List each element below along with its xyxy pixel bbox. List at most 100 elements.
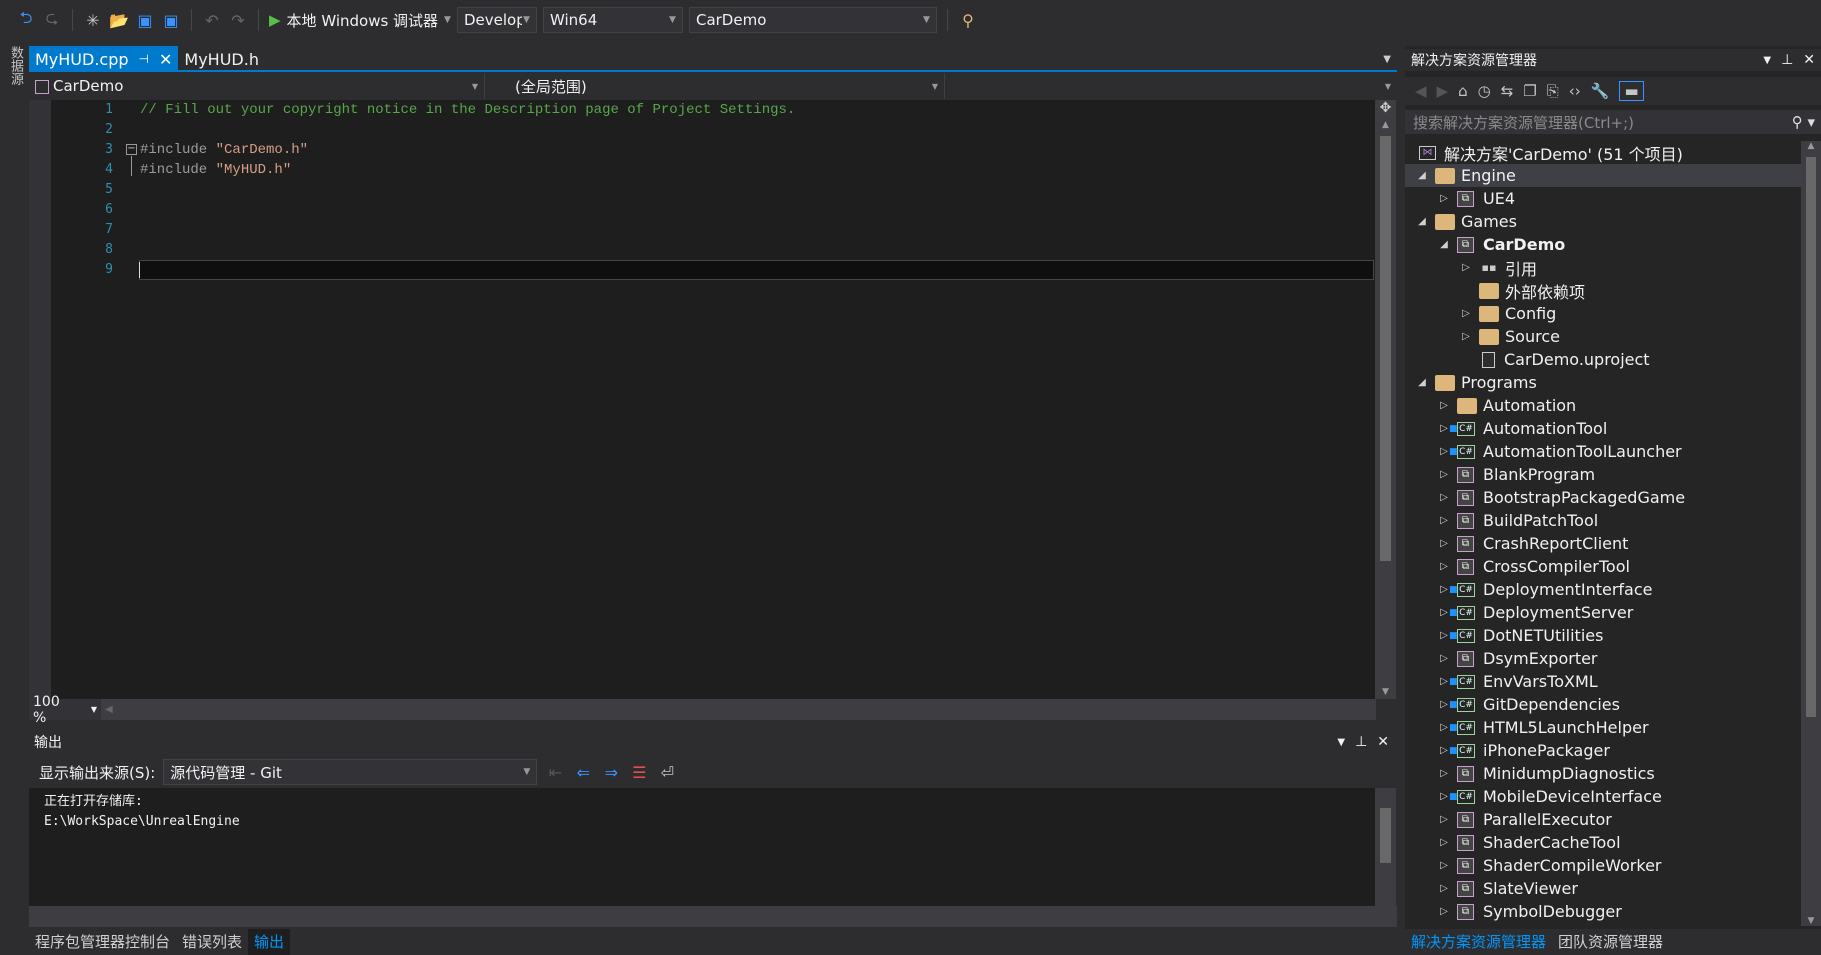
- new-project-icon[interactable]: ✳: [83, 11, 103, 30]
- home-icon[interactable]: ⌂: [1458, 82, 1468, 100]
- scroll-down-icon[interactable]: ▼: [1801, 916, 1821, 926]
- editor-vertical-scrollbar[interactable]: ✥ ▲ ▼: [1375, 100, 1396, 699]
- collapsed-arrow-icon[interactable]: ▷: [1457, 308, 1475, 319]
- tree-item[interactable]: ▷ ⧉ CrossCompilerTool: [1405, 555, 1801, 578]
- previous-message-icon[interactable]: ⇐: [573, 763, 593, 782]
- go-to-line-icon[interactable]: ⇤: [545, 763, 565, 782]
- startup-project-dropdown[interactable]: CarDemo ▼: [688, 7, 937, 33]
- tree-item[interactable]: ▷ ⧉ CrashReportClient: [1405, 532, 1801, 555]
- tree-item[interactable]: ▷ Source: [1405, 325, 1801, 348]
- tree-item[interactable]: ▷ ⧉ BuildPatchTool: [1405, 509, 1801, 532]
- pending-changes-icon[interactable]: ◷: [1478, 82, 1491, 100]
- collapsed-arrow-icon[interactable]: ▷: [1457, 331, 1475, 342]
- expanded-arrow-icon[interactable]: ◢: [1435, 239, 1453, 250]
- collapsed-arrow-icon[interactable]: ▷: [1435, 883, 1453, 894]
- tree-item[interactable]: ▷ Config: [1405, 302, 1801, 325]
- code-editor[interactable]: 1 2 3 4 5 6 7 8 9 // Fill out your copyr…: [29, 100, 1375, 699]
- save-all-icon[interactable]: ▣: [161, 11, 181, 30]
- tab-team-explorer[interactable]: 团队资源管理器: [1552, 929, 1669, 955]
- solution-root[interactable]: ⋈ 解决方案'CarDemo' (51 个项目): [1405, 141, 1801, 164]
- collapsed-arrow-icon[interactable]: ▷: [1435, 653, 1453, 664]
- tree-item[interactable]: ▷ C# ■ HTML5LaunchHelper: [1405, 716, 1801, 739]
- view-code-icon[interactable]: ‹›: [1569, 82, 1581, 100]
- tree-item[interactable]: ▷ ⧉ DsymExporter: [1405, 647, 1801, 670]
- show-all-files-icon[interactable]: ⎘: [1547, 82, 1559, 100]
- tab-output[interactable]: 输出: [248, 929, 291, 955]
- scrollbar-thumb[interactable]: [1806, 157, 1816, 717]
- collapsed-arrow-icon[interactable]: ▷: [1435, 561, 1453, 572]
- tree-item[interactable]: ▷ C# ■ DeploymentServer: [1405, 601, 1801, 624]
- output-source-dropdown[interactable]: 源代码管理 - Git ▼: [163, 759, 538, 785]
- tab-package-manager-console[interactable]: 程序包管理器控制台: [29, 929, 176, 955]
- find-in-files-icon[interactable]: ⚲: [958, 11, 978, 30]
- tab-myhud-h[interactable]: MyHUD.h: [178, 46, 265, 72]
- tree-item[interactable]: ▷ ⧉ UE4: [1405, 187, 1801, 210]
- collapsed-arrow-icon[interactable]: ▷: [1435, 469, 1453, 480]
- undo-icon[interactable]: ↶: [202, 11, 222, 30]
- back-icon[interactable]: ◀: [1415, 82, 1427, 100]
- word-wrap-icon[interactable]: ⏎: [657, 763, 677, 782]
- collapsed-arrow-icon[interactable]: ▷: [1435, 814, 1453, 825]
- collapse-icon[interactable]: −: [126, 144, 137, 155]
- expanded-arrow-icon[interactable]: ◢: [1413, 170, 1431, 181]
- expanded-arrow-icon[interactable]: ◢: [1413, 216, 1431, 227]
- tree-item[interactable]: CarDemo.uproject: [1405, 348, 1801, 371]
- properties-icon[interactable]: 🔧: [1591, 82, 1610, 100]
- member-dropdown[interactable]: ▼: [945, 73, 1397, 99]
- redo-icon[interactable]: ↷: [228, 11, 248, 30]
- collapsed-arrow-icon[interactable]: ▷: [1435, 538, 1453, 549]
- tree-item[interactable]: ◢ ⧉ CarDemo: [1405, 233, 1801, 256]
- tree-item[interactable]: ▷ C# ■ EnvVarsToXML: [1405, 670, 1801, 693]
- pin-icon[interactable]: ⊥: [1781, 52, 1793, 68]
- tree-item[interactable]: ▷ C# ■ GitDependencies: [1405, 693, 1801, 716]
- collapsed-arrow-icon[interactable]: ▷: [1435, 860, 1453, 871]
- close-icon[interactable]: ✕: [1377, 734, 1389, 750]
- collapsed-arrow-icon[interactable]: ▷: [1435, 193, 1453, 204]
- collapsed-arrow-icon[interactable]: ▷: [1435, 768, 1453, 779]
- next-message-icon[interactable]: ⇒: [601, 763, 621, 782]
- tree-item[interactable]: ▷ C# ■ iPhonePackager: [1405, 739, 1801, 762]
- collapsed-arrow-icon[interactable]: ▷: [1435, 400, 1453, 411]
- scroll-down-icon[interactable]: ▼: [1375, 687, 1396, 697]
- output-horizontal-scrollbar[interactable]: [29, 906, 1397, 927]
- tree-item[interactable]: ▷ ⧉ ParallelExecutor: [1405, 808, 1801, 831]
- tree-item[interactable]: ▷ C# ■ DeploymentInterface: [1405, 578, 1801, 601]
- split-icon[interactable]: ✥: [1375, 100, 1396, 120]
- tree-item[interactable]: ▷ ⧉ BlankProgram: [1405, 463, 1801, 486]
- collapsed-arrow-icon[interactable]: ▷: [1435, 515, 1453, 526]
- open-file-icon[interactable]: 📂: [109, 11, 129, 30]
- scrollbar-thumb[interactable]: [1380, 136, 1391, 561]
- collapsed-arrow-icon[interactable]: ▷: [1435, 906, 1453, 917]
- search-icon[interactable]: ⚲ ▾: [1792, 113, 1815, 131]
- tree-item[interactable]: 外部依赖项: [1405, 279, 1801, 302]
- scroll-up-icon[interactable]: ▲: [1801, 141, 1821, 157]
- tree-item[interactable]: ▷ C# ■ AutomationTool: [1405, 417, 1801, 440]
- tree-item[interactable]: ▷ ▪▪ 引用: [1405, 256, 1801, 279]
- output-text[interactable]: 正在打开存储库: E:\WorkSpace\UnrealEngine: [29, 788, 1375, 906]
- pin-icon[interactable]: ⊣: [139, 52, 149, 66]
- collapse-all-icon[interactable]: ❐: [1523, 82, 1536, 100]
- tab-solution-explorer[interactable]: 解决方案资源管理器: [1405, 929, 1552, 955]
- back-icon[interactable]: ⮌: [16, 7, 36, 34]
- save-icon[interactable]: ▣: [135, 11, 155, 30]
- project-dropdown[interactable]: CarDemo ▼: [29, 73, 485, 99]
- tree-item[interactable]: ▷ ⧉ ShaderCacheTool: [1405, 831, 1801, 854]
- tree-item[interactable]: ◢ Games: [1405, 210, 1801, 233]
- platform-dropdown[interactable]: Win64 ▼: [542, 7, 683, 33]
- configuration-dropdown[interactable]: Develop ▼: [456, 7, 537, 33]
- dropdown-icon[interactable]: ▼: [1763, 55, 1771, 66]
- zoom-dropdown[interactable]: 100 % ▼: [29, 694, 101, 726]
- scrollbar-thumb[interactable]: [1380, 808, 1391, 863]
- start-debugging-button[interactable]: ▶ 本地 Windows 调试器 ▼: [269, 10, 451, 31]
- tree-item[interactable]: ▷ ⧉ MinidumpDiagnostics: [1405, 762, 1801, 785]
- scope-dropdown[interactable]: (全局范围) ▼: [485, 73, 945, 99]
- tree-item[interactable]: ▷ C# ■ MobileDeviceInterface: [1405, 785, 1801, 808]
- tab-overflow-icon[interactable]: ▼: [1383, 54, 1391, 65]
- tree-item[interactable]: ◢ Programs: [1405, 371, 1801, 394]
- tree-item[interactable]: ▷ C# ■ AutomationToolLauncher: [1405, 440, 1801, 463]
- scroll-up-icon[interactable]: ▲: [1375, 120, 1396, 136]
- solution-explorer-scrollbar[interactable]: ▲ ▼: [1801, 141, 1821, 926]
- tree-item[interactable]: ▷ ⧉ SymbolDebugger: [1405, 900, 1801, 923]
- tree-item[interactable]: ▷ ⧉ SlateViewer: [1405, 877, 1801, 900]
- clear-all-icon[interactable]: ☰: [629, 763, 649, 782]
